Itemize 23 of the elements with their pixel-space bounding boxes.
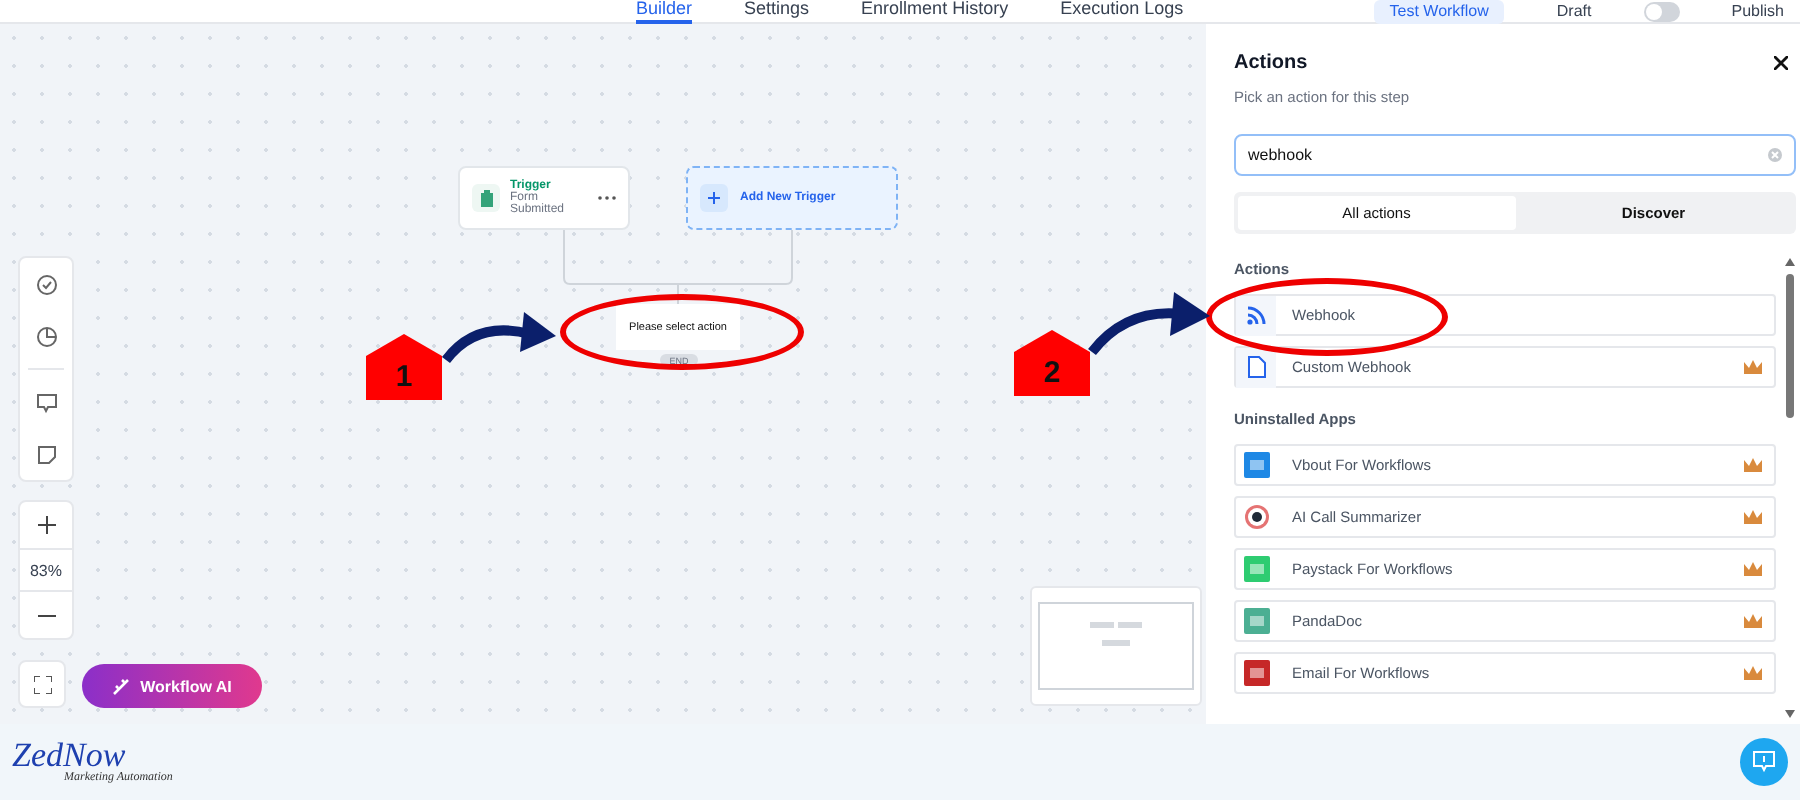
panel-title: Actions — [1234, 52, 1308, 74]
plus-icon — [700, 184, 728, 212]
search-input[interactable]: webhook — [1248, 146, 1768, 164]
zoom-level: 83% — [20, 548, 72, 592]
number-badge: 1 — [362, 332, 446, 400]
clipboard-icon — [472, 184, 500, 212]
draft-label: Draft — [1556, 2, 1592, 20]
publish-label: Publish — [1731, 2, 1784, 20]
top-tab[interactable]: Enrollment History — [861, 0, 1009, 24]
number-badge: 2 — [1010, 328, 1094, 396]
document-icon — [1236, 347, 1276, 387]
workflow-ai-button[interactable]: Workflow AI — [82, 664, 262, 708]
chat-icon — [1752, 750, 1776, 774]
publish-toggle[interactable] — [1643, 1, 1680, 21]
top-tab[interactable]: Settings — [744, 0, 810, 24]
help-chat-button[interactable] — [1740, 738, 1788, 786]
test-workflow-button[interactable]: Test Workflow — [1373, 0, 1505, 23]
rss-icon — [1236, 295, 1276, 335]
expand-icon — [33, 675, 51, 693]
top-tab[interactable]: Execution Logs — [1060, 0, 1184, 24]
close-icon[interactable] — [1774, 56, 1788, 70]
search-field[interactable]: webhook — [1234, 134, 1796, 176]
scrollbar[interactable] — [1784, 256, 1796, 720]
